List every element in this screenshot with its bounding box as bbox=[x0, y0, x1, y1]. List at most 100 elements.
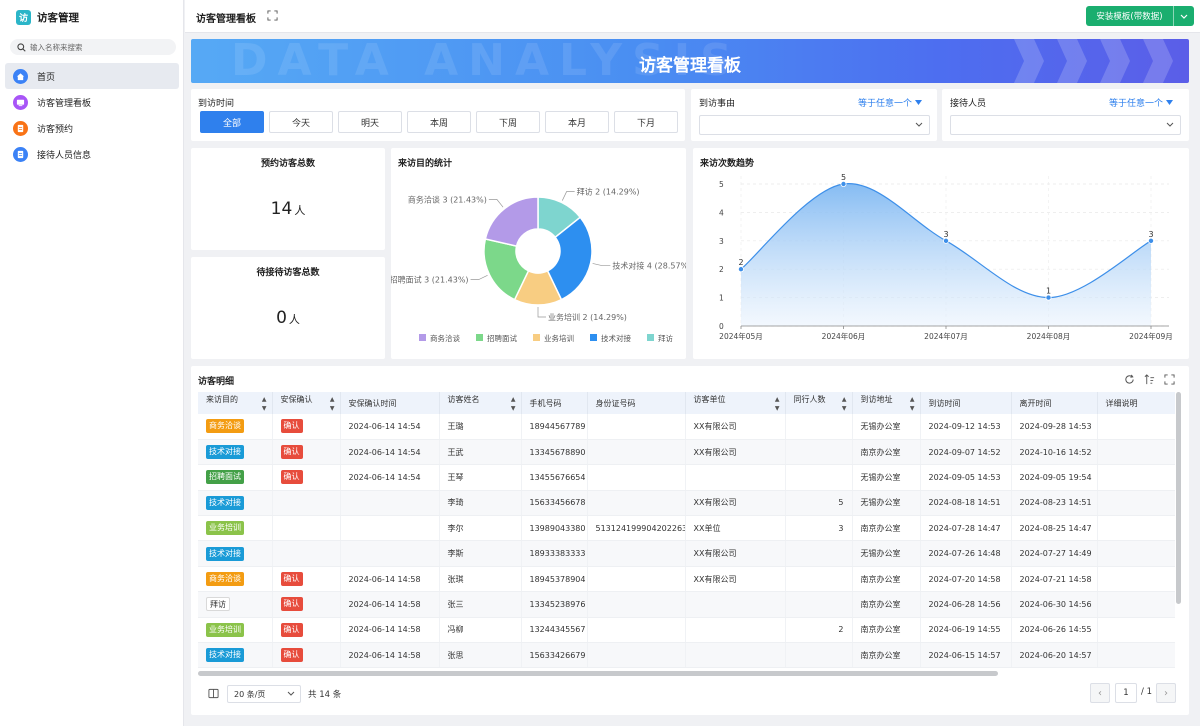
column-header[interactable]: 到访时间 bbox=[920, 392, 1012, 414]
confirm-time-cell: 2024-06-14 14:58 bbox=[340, 591, 440, 618]
column-header-label: 同行人数 bbox=[793, 394, 826, 404]
sort-arrows-icon[interactable]: ▲ ▼ bbox=[775, 395, 780, 413]
note-cell bbox=[1097, 464, 1175, 491]
sidebar-item-home[interactable]: 首页 bbox=[5, 63, 179, 89]
sidebar-item-label: 访客预约 bbox=[37, 124, 74, 135]
purpose-cell: 技术对接 bbox=[198, 490, 273, 517]
sort-arrows-icon[interactable]: ▲ ▼ bbox=[330, 395, 335, 413]
refresh-icon[interactable] bbox=[1124, 374, 1135, 385]
data-point[interactable] bbox=[1045, 294, 1052, 301]
column-header[interactable]: 访客姓名 ▲ ▼ bbox=[439, 392, 522, 414]
receptionist-operator-dropdown[interactable]: 等于任意一个 bbox=[1109, 96, 1174, 109]
columns-icon[interactable] bbox=[208, 688, 219, 699]
chevron-down-icon bbox=[915, 122, 923, 127]
purpose-cell: 商务洽谈 bbox=[198, 566, 273, 593]
confirm-cell: 确认 bbox=[272, 414, 341, 440]
arrive-time-cell: 2024-08-18 14:51 bbox=[920, 490, 1012, 517]
leave-time-cell: 2024-06-26 14:55 bbox=[1011, 617, 1098, 644]
table-row[interactable]: 招聘面试 确认 2024-06-14 14:54 王琴 13455676654 无锡办公室… bbox=[198, 464, 1175, 491]
page-size-select[interactable]: 20 条/页 bbox=[227, 685, 301, 703]
arrive-time-cell: 2024-06-19 14:55 bbox=[920, 617, 1012, 644]
stat-number: 0 bbox=[276, 308, 287, 328]
date-option-button[interactable]: 明天 bbox=[338, 111, 402, 133]
purpose-cell: 技术对接 bbox=[198, 439, 273, 466]
phone-cell: 13345238976 bbox=[521, 591, 588, 618]
page-count: / 1 bbox=[1141, 687, 1152, 697]
phone-cell: 13989043380 bbox=[521, 515, 588, 542]
id-card-cell bbox=[587, 439, 686, 466]
org-cell: XX有限公司 bbox=[685, 490, 786, 517]
data-point[interactable] bbox=[942, 237, 949, 244]
legend-item[interactable]: 商务洽谈 bbox=[430, 333, 460, 343]
reason-operator-dropdown[interactable]: 等于任意一个 bbox=[858, 96, 923, 109]
sort-arrows-icon[interactable]: ▲ ▼ bbox=[842, 395, 847, 413]
date-option-button[interactable]: 下周 bbox=[476, 111, 540, 133]
table-row[interactable]: 商务洽谈 确认 2024-06-14 14:54 王璐 18944567789 XX有限公… bbox=[198, 414, 1175, 440]
leave-time-cell: 2024-08-25 14:47 bbox=[1011, 515, 1098, 542]
table-row[interactable]: 技术对接 李斯 18933383333 XX有限公司 无锡办公室 2024-07-26 1… bbox=[198, 540, 1175, 567]
column-header[interactable]: 到访地址 ▲ ▼ bbox=[852, 392, 921, 414]
column-header[interactable]: 安保确认时间 bbox=[340, 392, 440, 414]
stat-title: 预约访客总数 bbox=[260, 159, 315, 169]
legend-item[interactable]: 招聘面试 bbox=[487, 333, 517, 343]
table-row[interactable]: 拜访 确认 2024-06-14 14:58 张三 13345238976 南京办公室 20… bbox=[198, 591, 1175, 618]
date-option-button[interactable]: 本月 bbox=[545, 111, 609, 133]
data-point[interactable] bbox=[840, 181, 847, 188]
confirm-tag: 确认 bbox=[280, 572, 303, 587]
legend-item[interactable]: 业务培训 bbox=[544, 333, 574, 343]
column-header[interactable]: 安保确认 ▲ ▼ bbox=[272, 392, 341, 414]
page-number-input[interactable]: 1 bbox=[1115, 683, 1137, 703]
chevron-down-icon[interactable] bbox=[1173, 6, 1194, 26]
table-row[interactable]: 技术对接 李琦 15633456678 XX有限公司 5 无锡办公室 2024-08-18 … bbox=[198, 490, 1175, 517]
sidebar-item-dashboard[interactable]: 访客管理看板 bbox=[5, 89, 179, 115]
data-point[interactable] bbox=[1147, 237, 1154, 244]
companions-cell: 2 bbox=[785, 617, 853, 644]
horizontal-scrollbar[interactable] bbox=[198, 671, 998, 676]
data-label: 1 bbox=[1046, 287, 1051, 296]
table-row[interactable]: 业务培训 李尔 13989043380 513124199904202263 XX单位 3… bbox=[198, 515, 1175, 542]
sidebar-search-input[interactable] bbox=[30, 42, 160, 52]
date-option-button[interactable]: 本周 bbox=[407, 111, 471, 133]
column-header[interactable]: 身份证号码 bbox=[587, 392, 686, 414]
column-header[interactable]: 同行人数 ▲ ▼ bbox=[785, 392, 853, 414]
legend-item[interactable]: 技术对接 bbox=[601, 333, 631, 343]
y-tick-label: 3 bbox=[719, 237, 724, 246]
sort-arrows-icon[interactable]: ▲ ▼ bbox=[511, 395, 516, 413]
table-row[interactable]: 商务洽谈 确认 2024-06-14 14:58 张琪 18945378904 XX有限公… bbox=[198, 566, 1175, 593]
reason-select[interactable] bbox=[699, 115, 930, 135]
data-point[interactable] bbox=[738, 266, 745, 273]
x-tick-label: 2024年07月 bbox=[924, 331, 968, 341]
date-option-button[interactable]: 下月 bbox=[614, 111, 678, 133]
column-header[interactable]: 离开时间 bbox=[1011, 392, 1098, 414]
prev-page-button[interactable]: ‹ bbox=[1090, 683, 1110, 703]
table-row[interactable]: 技术对接 确认 2024-06-14 14:58 张思 15633426679 南京办公室… bbox=[198, 642, 1175, 669]
fullscreen-icon[interactable] bbox=[1164, 374, 1175, 385]
vertical-scrollbar[interactable] bbox=[1176, 392, 1181, 604]
sidebar-item-receptionists[interactable]: 接待人员信息 bbox=[5, 141, 179, 167]
donut-slice[interactable] bbox=[484, 196, 539, 248]
purpose-tag: 业务培训 bbox=[206, 622, 244, 637]
column-header[interactable]: 详细说明 bbox=[1097, 392, 1175, 414]
caret-down-icon bbox=[1166, 100, 1174, 105]
leave-time-cell: 2024-06-20 14:57 bbox=[1011, 642, 1098, 669]
legend-item[interactable]: 拜访 bbox=[658, 333, 673, 343]
visitor-detail-card: 访客明细 来访目的 ▲ ▼ 安保确认 ▲ ▼ 安保确认时间 访客姓名 ▲ ▼ 手机号码 身份… bbox=[191, 366, 1189, 715]
sort-arrows-icon[interactable]: ▲ ▼ bbox=[262, 395, 267, 413]
column-header[interactable]: 来访目的 ▲ ▼ bbox=[198, 392, 273, 414]
next-page-button[interactable]: › bbox=[1156, 683, 1176, 703]
receptionist-select[interactable] bbox=[950, 115, 1181, 135]
purpose-cell: 技术对接 bbox=[198, 540, 273, 567]
sort-icon[interactable] bbox=[1144, 374, 1155, 385]
top-bar: 访客管理看板 安装模板(带数据) bbox=[185, 0, 1200, 33]
purpose-tag: 招聘面试 bbox=[206, 470, 244, 485]
sort-arrows-icon[interactable]: ▲ ▼ bbox=[910, 395, 915, 413]
column-header[interactable]: 访客单位 ▲ ▼ bbox=[685, 392, 786, 414]
install-template-button[interactable]: 安装模板(带数据) bbox=[1086, 6, 1194, 26]
fullscreen-icon[interactable] bbox=[267, 10, 278, 21]
date-option-button[interactable]: 今天 bbox=[269, 111, 333, 133]
column-header[interactable]: 手机号码 bbox=[521, 392, 588, 414]
table-row[interactable]: 业务培训 确认 2024-06-14 14:58 冯柳 13244345567 2 南京办公… bbox=[198, 617, 1175, 644]
table-row[interactable]: 技术对接 确认 2024-06-14 14:54 王武 13345678890 XX有限公… bbox=[198, 439, 1175, 466]
date-option-button[interactable]: 全部 bbox=[200, 111, 264, 133]
sidebar-item-appointments[interactable]: 访客预约 bbox=[5, 115, 179, 141]
